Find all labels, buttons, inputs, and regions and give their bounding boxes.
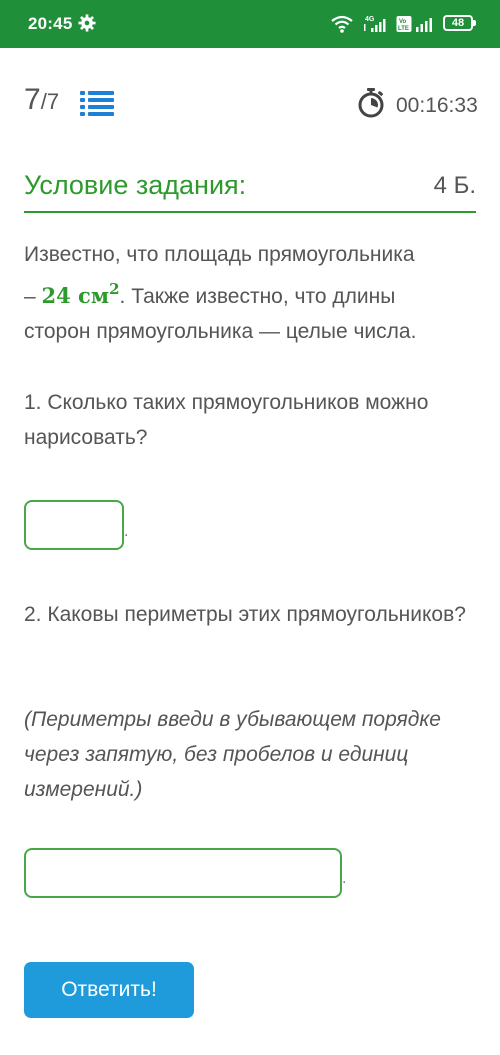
svg-text:LTE: LTE — [398, 26, 409, 32]
question-1: 1. Сколько таких прямоугольников можно н… — [24, 391, 429, 449]
answer-1-dot: . — [124, 523, 129, 540]
battery-indicator: 48 — [443, 15, 476, 31]
status-time: 20:45 — [28, 14, 73, 33]
wifi-icon — [331, 15, 353, 33]
question-list-icon[interactable] — [80, 90, 114, 116]
task-intro: Известно, что площадь прямоугольника – 2… — [24, 243, 417, 343]
current-question: 7 — [24, 83, 41, 116]
area-formula: 24 см2 — [41, 280, 120, 308]
answer-2-input[interactable] — [24, 848, 342, 898]
signal-icon — [416, 18, 432, 32]
task-points: 4 Б. — [433, 172, 476, 199]
network-label: 4G — [365, 16, 375, 23]
answer-1-input[interactable] — [24, 500, 124, 550]
total-questions: 7 — [46, 89, 60, 114]
question-2: 2. Каковы периметры этих прямоугольников… — [24, 603, 466, 626]
task-title: Условие задания: — [24, 170, 247, 200]
hint-text: (Периметры введи в убывающем порядке чер… — [24, 708, 441, 801]
answer-2-dot: . — [342, 870, 347, 887]
volte-icon: Vo LTE — [396, 16, 412, 32]
stopwatch-icon — [358, 88, 384, 118]
svg-text:Vo: Vo — [399, 19, 407, 25]
page: 20:45 4G Vo LTE 48 7/7 00:16:33 Условие … — [0, 0, 500, 1055]
status-bar: 20:45 4G Vo LTE 48 — [0, 0, 500, 48]
divider — [24, 211, 476, 213]
gear-icon — [78, 14, 96, 32]
timer-text: 00:16:33 — [396, 94, 478, 117]
question-counter: 7/7 — [24, 83, 60, 116]
submit-button[interactable]: Ответить! — [24, 962, 194, 1018]
signal-4g-icon: 4G — [364, 16, 386, 32]
